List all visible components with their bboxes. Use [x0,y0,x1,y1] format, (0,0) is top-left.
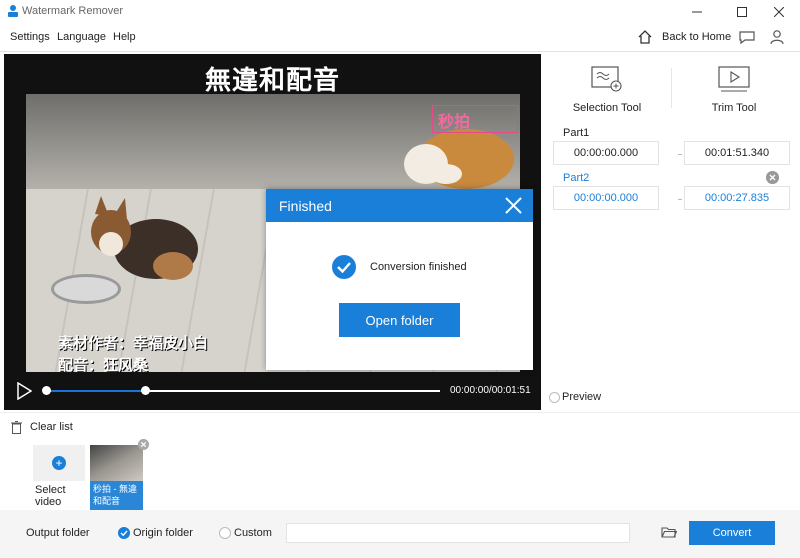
output-path-input[interactable] [286,523,630,543]
menu-bar: Settings Language Help Back to Home [0,24,800,52]
trim-tool-button[interactable]: Trim Tool [674,64,794,124]
preview-label: Preview [562,391,602,403]
window-title: Watermark Remover [22,5,124,17]
part2-start-time[interactable]: 00:00:00.000 [553,186,659,210]
folder-icon[interactable] [661,524,677,540]
custom-folder-radio[interactable] [219,527,231,539]
part1-label: Part1 [563,127,590,139]
video-list: Clear list + Select video 秒拍 - 無違和配音 [0,412,800,511]
dialog-header: Finished [266,189,533,222]
seek-progress [46,390,145,392]
close-button[interactable] [764,2,794,22]
video-thumbnail-card[interactable]: 秒拍 - 無違和配音 [90,445,143,511]
origin-folder-radio[interactable] [118,527,130,539]
dialog-title: Finished [279,198,332,214]
minimize-icon [692,11,702,13]
origin-folder-label: Origin folder [133,527,193,539]
open-folder-button[interactable]: Open folder [339,303,460,337]
dialog-close-icon[interactable] [504,196,523,215]
part1-end-time[interactable]: 00:01:51.340 [684,141,790,165]
caption-author: 素材作者：幸福皮小白 [58,334,209,352]
video-item-name: 秒拍 - 無違和配音 [90,481,143,511]
part1-start-time[interactable]: 00:00:00.000 [553,141,659,165]
selection-tool-icon [591,66,622,92]
dog-image [91,196,198,280]
menu-settings[interactable]: Settings [10,31,50,43]
select-video-label: Select video [35,484,66,508]
play-icon[interactable] [16,382,32,400]
convert-button[interactable]: Convert [689,521,775,545]
app-logo-icon [8,5,18,17]
home-icon[interactable] [637,29,653,45]
trim-tool-label: Trim Tool [711,102,757,114]
menu-language[interactable]: Language [57,31,106,43]
selection-tool-button[interactable]: Selection Tool [547,64,667,124]
clear-list-button[interactable]: Clear list [30,421,73,433]
title-bar: Watermark Remover [0,0,800,24]
finished-dialog: Finished Conversion finished Open folder [266,189,533,370]
output-bar: Output folder Origin folder Custom Conve… [0,510,800,558]
chat-icon[interactable] [738,29,756,45]
watermark-text: 秒拍 [438,114,471,131]
video-title-overlay: 無違和配音 [204,66,340,96]
part2-label: Part2 [563,172,590,184]
remove-video-icon[interactable] [138,439,149,450]
seek-end-handle[interactable] [140,386,150,395]
trash-icon[interactable] [11,421,22,434]
output-folder-label: Output folder [26,527,90,539]
menu-help[interactable]: Help [113,31,136,43]
select-video-button[interactable]: + Select video [33,445,85,511]
video-thumbnail [90,445,143,481]
remove-part-icon[interactable] [766,171,779,184]
seek-start-handle[interactable] [42,386,51,395]
time-readout: 00:00:00/00:01:51 [450,385,531,396]
user-icon[interactable] [769,29,785,45]
caption-dub: 配音：狂风桑 [58,356,149,372]
maximize-icon [737,7,747,17]
dialog-message: Conversion finished [370,261,467,273]
check-circle-icon [332,255,356,279]
custom-folder-label: Custom [234,527,272,539]
tools-panel: Selection Tool Trim Tool Part1 00:00:00.… [542,54,800,410]
part2-end-time[interactable]: 00:00:27.835 [684,186,790,210]
maximize-button[interactable] [727,2,757,22]
food-bowl [51,274,121,304]
plus-icon: + [52,456,66,470]
selection-tool-label: Selection Tool [572,102,642,114]
back-to-home-link[interactable]: Back to Home [662,31,731,43]
trim-tool-icon [718,66,750,92]
minimize-button[interactable] [682,2,712,22]
close-icon [774,7,784,17]
player-controls: 00:00:00/00:01:51 [4,372,541,410]
preview-radio[interactable] [549,392,560,403]
